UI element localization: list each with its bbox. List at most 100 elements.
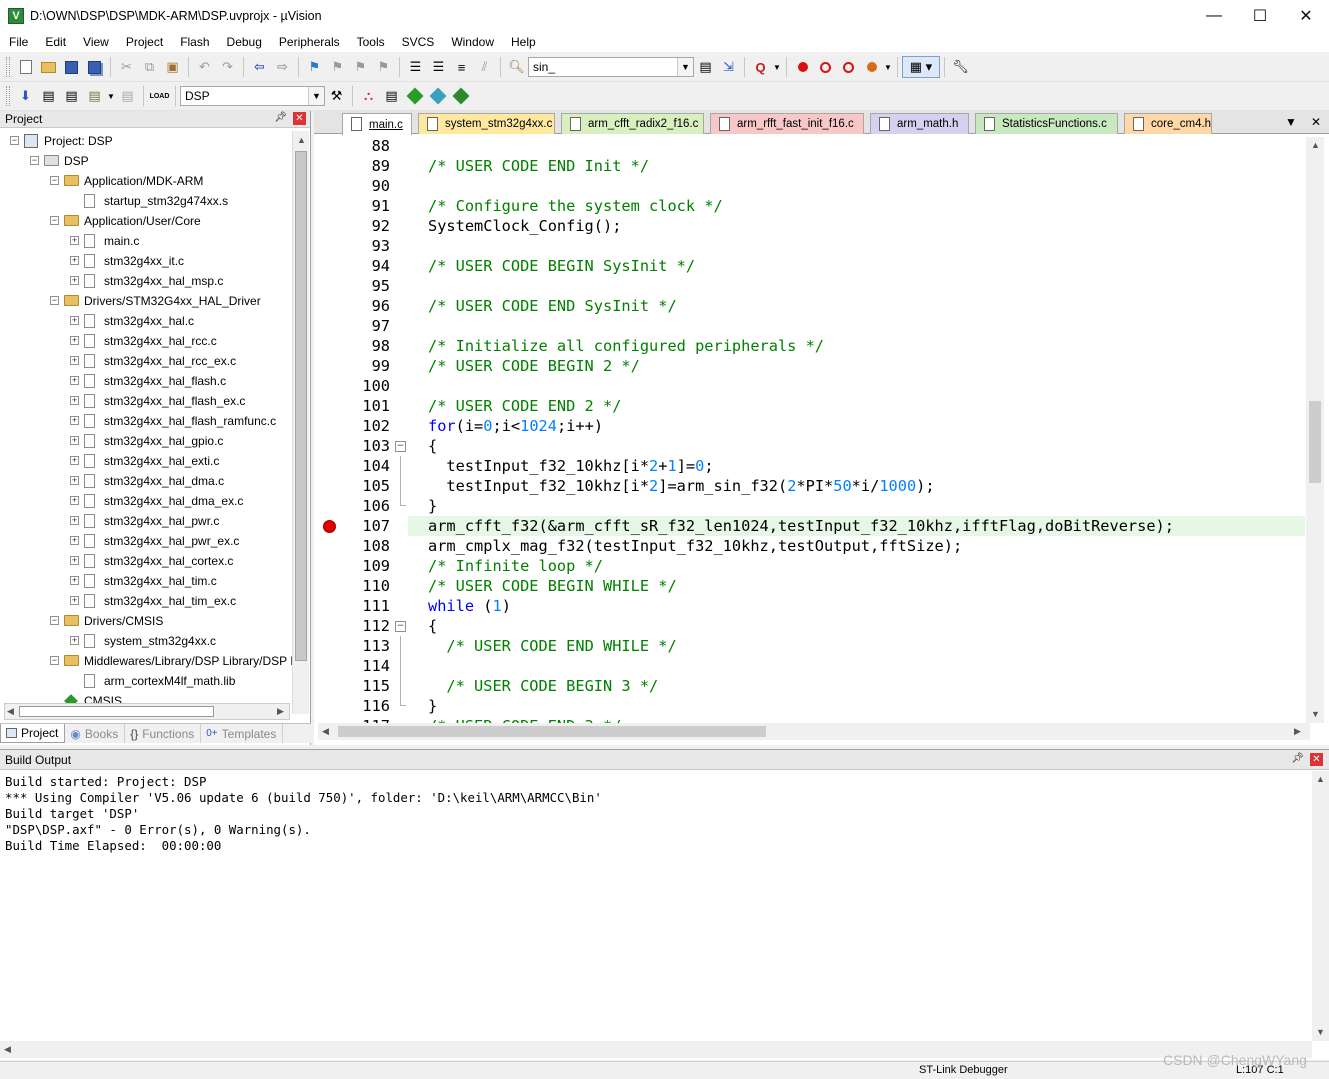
scroll-thumb[interactable] (19, 706, 214, 717)
close-tab-icon[interactable]: ✕ (1311, 115, 1321, 129)
next-bookmark-icon[interactable]: ⚑ (349, 56, 372, 78)
close-panel-icon[interactable]: ✕ (1310, 753, 1323, 766)
code-line[interactable]: 94 /* USER CODE BEGIN SysInit */ (314, 256, 1306, 276)
collapse-icon[interactable]: − (50, 296, 59, 305)
expand-icon[interactable]: + (70, 416, 79, 425)
editor-vscroll[interactable]: ▲ ▼ (1306, 137, 1324, 723)
menu-flash[interactable]: Flash (171, 35, 217, 49)
tree-item[interactable]: − Middlewares/Library/DSP Library/DSP I (0, 651, 292, 671)
code-line[interactable]: 115 /* USER CODE BEGIN 3 */ (314, 676, 1306, 696)
save-all-icon[interactable] (83, 56, 106, 78)
expand-icon[interactable]: + (70, 436, 79, 445)
build-output-vscroll[interactable]: ▲ ▼ (1312, 771, 1329, 1041)
configure-icon[interactable]: 🔧︎ (949, 56, 972, 78)
menu-project[interactable]: Project (117, 35, 171, 49)
code-line[interactable]: 109 /* Infinite loop */ (314, 556, 1306, 576)
file-tab[interactable]: main.c (342, 113, 412, 135)
menu-peripherals[interactable]: Peripherals (270, 35, 348, 49)
tab-books[interactable]: ◉ Books (65, 724, 126, 743)
tree-item[interactable]: − Application/MDK-ARM (0, 171, 292, 191)
insert-breakpoint-icon[interactable] (791, 56, 814, 78)
pin-icon[interactable]: 📌︎ (1291, 753, 1304, 766)
tree-item[interactable]: − Project: DSP (0, 131, 292, 151)
collapse-icon[interactable]: − (50, 216, 59, 225)
expand-icon[interactable]: + (70, 476, 79, 485)
menu-file[interactable]: File (0, 35, 36, 49)
code-line[interactable]: 112− { (314, 616, 1306, 636)
tree-item[interactable]: + stm32g4xx_hal_exti.c (0, 451, 292, 471)
tree-item[interactable]: + stm32g4xx_hal.c (0, 311, 292, 331)
scroll-thumb[interactable] (338, 726, 766, 737)
collapse-icon[interactable]: − (50, 656, 59, 665)
navigate-forward-icon[interactable]: ⇨ (271, 56, 294, 78)
expand-icon[interactable]: + (70, 376, 79, 385)
incremental-find-icon[interactable]: ⇲ (717, 56, 740, 78)
expand-icon[interactable]: + (70, 536, 79, 545)
scroll-down-icon[interactable]: ▼ (1311, 709, 1320, 719)
toolbar-grip[interactable] (6, 57, 10, 77)
code-line[interactable]: 104 testInput_f32_10khz[i*2+1]=0; (314, 456, 1306, 476)
tree-item[interactable]: + stm32g4xx_hal_flash_ex.c (0, 391, 292, 411)
build-output-hscroll[interactable]: ◀ (0, 1041, 1312, 1058)
code-line[interactable]: 97 (314, 316, 1306, 336)
tree-item[interactable]: + stm32g4xx_hal_tim_ex.c (0, 591, 292, 611)
build-icon[interactable]: ▤ (37, 85, 60, 107)
tree-item[interactable]: + stm32g4xx_hal_pwr.c (0, 511, 292, 531)
menu-window[interactable]: Window (442, 35, 502, 49)
tree-item[interactable]: + stm32g4xx_hal_gpio.c (0, 431, 292, 451)
code-line[interactable]: 99 /* USER CODE BEGIN 2 */ (314, 356, 1306, 376)
expand-icon[interactable]: + (70, 556, 79, 565)
expand-icon[interactable]: + (70, 356, 79, 365)
toolbar-grip[interactable] (6, 86, 10, 106)
menu-debug[interactable]: Debug (218, 35, 270, 49)
navigate-back-icon[interactable]: ⇦ (248, 56, 271, 78)
code-line[interactable]: 117 /* USER CODE END 3 */ (314, 716, 1306, 723)
tab-list-icon[interactable]: ▼ (1285, 115, 1297, 129)
manage-run-time-icon[interactable] (403, 85, 426, 107)
tab-functions[interactable]: {} Functions (125, 724, 202, 743)
file-tab[interactable]: arm_math.h (870, 113, 969, 134)
tree-item[interactable]: + stm32g4xx_hal_dma_ex.c (0, 491, 292, 511)
expand-icon[interactable]: + (70, 276, 79, 285)
code-line[interactable]: 90 (314, 176, 1306, 196)
expand-icon[interactable]: + (70, 636, 79, 645)
expand-icon[interactable]: + (70, 576, 79, 585)
scroll-thumb[interactable] (1309, 401, 1321, 483)
stop-build-icon[interactable]: ▤ (116, 85, 139, 107)
tree-item[interactable]: + stm32g4xx_hal_tim.c (0, 571, 292, 591)
indent-icon[interactable]: ☰ (404, 56, 427, 78)
expand-icon[interactable]: + (70, 456, 79, 465)
expand-icon[interactable]: + (70, 336, 79, 345)
tree-item[interactable]: + stm32g4xx_hal_flash_ramfunc.c (0, 411, 292, 431)
tree-item[interactable]: + main.c (0, 231, 292, 251)
target-options-icon[interactable]: ⚒ (325, 85, 348, 107)
code-line[interactable]: 100 (314, 376, 1306, 396)
tree-item[interactable]: − Drivers/CMSIS (0, 611, 292, 631)
collapse-icon[interactable]: − (50, 616, 59, 625)
tree-item[interactable]: − DSP (0, 151, 292, 171)
tab-project[interactable]: Project (0, 724, 66, 743)
debug-dropdown-icon[interactable]: ▼ (772, 56, 782, 78)
code-line[interactable]: 113 /* USER CODE END WHILE */ (314, 636, 1306, 656)
comment-icon[interactable]: ≡ (450, 56, 473, 78)
code-line[interactable]: 110 /* USER CODE BEGIN WHILE */ (314, 576, 1306, 596)
code-line[interactable]: 93 (314, 236, 1306, 256)
tree-item[interactable]: + stm32g4xx_hal_cortex.c (0, 551, 292, 571)
menu-tools[interactable]: Tools (348, 35, 393, 49)
redo-icon[interactable]: ↷ (216, 56, 239, 78)
fold-toggle-icon[interactable]: − (395, 621, 406, 632)
code-line[interactable]: 98 /* Initialize all configured periphera… (314, 336, 1306, 356)
new-file-icon[interactable] (14, 56, 37, 78)
close-button[interactable]: ✕ (1283, 0, 1329, 32)
code-line[interactable]: 95 (314, 276, 1306, 296)
project-tree-vscroll[interactable]: ▲ (292, 131, 309, 714)
scroll-up-icon[interactable]: ▲ (1311, 140, 1320, 150)
unindent-icon[interactable]: ☰ (427, 56, 450, 78)
save-icon[interactable] (60, 56, 83, 78)
menu-edit[interactable]: Edit (36, 35, 74, 49)
target-select[interactable]: DSP ▼ (180, 86, 325, 106)
bookmark-icon[interactable]: ⚑ (303, 56, 326, 78)
code-line-current[interactable]: 107 arm_cfft_f32(&arm_cfft_sR_f32_len1024… (314, 516, 1306, 536)
tree-item[interactable]: startup_stm32g474xx.s (0, 191, 292, 211)
code-line[interactable]: 114 (314, 656, 1306, 676)
